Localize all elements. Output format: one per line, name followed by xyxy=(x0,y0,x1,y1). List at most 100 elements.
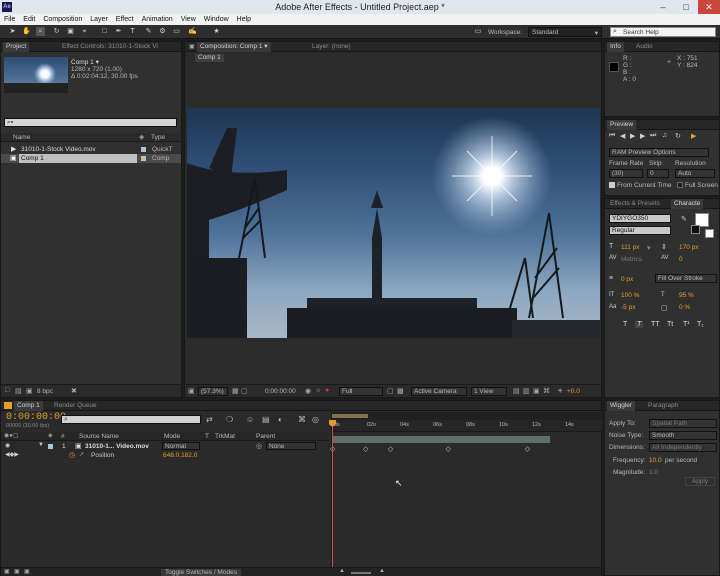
graph-icon[interactable]: ↗ xyxy=(79,451,84,458)
tab-paragraph[interactable]: Paragraph xyxy=(645,401,681,411)
clone-stamp-tool-icon[interactable]: ⚙ xyxy=(158,27,167,36)
new-folder-icon[interactable]: ▤ xyxy=(15,387,22,395)
text-tool-icon[interactable]: T xyxy=(128,27,137,36)
tab-info[interactable]: Info xyxy=(607,42,624,52)
toggle-switches-modes-button[interactable]: Toggle Switches / Modes xyxy=(161,569,241,576)
list-item[interactable]: ▶ 31010-1-Stock Video.mov QuickT xyxy=(1,145,181,154)
brainstorm-icon[interactable]: ◎ xyxy=(312,415,319,424)
timeline-timecode[interactable]: 0:00:00:00 xyxy=(6,412,66,423)
from-current-checkbox[interactable] xyxy=(609,182,615,188)
timeline-icon[interactable]: ▣ xyxy=(533,387,540,395)
pan-behind-tool-icon[interactable]: ⌖ xyxy=(80,27,89,36)
column-parent[interactable]: Parent xyxy=(256,433,275,440)
tab-effect-controls[interactable]: Effect Controls: 31010-1-Stock Vi xyxy=(59,42,161,52)
camera-tool-icon[interactable]: ▣ xyxy=(66,27,75,36)
work-area-bar[interactable] xyxy=(332,412,602,420)
menu-animation[interactable]: Animation xyxy=(138,14,177,25)
rotate-tool-icon[interactable]: ↻ xyxy=(52,27,61,36)
tab-render-queue[interactable]: Render Queue xyxy=(51,401,100,411)
baseline-shift-value[interactable]: -5 px xyxy=(621,304,635,311)
dimensions-dropdown[interactable]: All Independently xyxy=(649,443,717,452)
column-name[interactable]: Name xyxy=(13,134,30,141)
magnitude-value[interactable]: 1.0 xyxy=(649,469,658,476)
font-size-dropdown-icon[interactable]: ▾ xyxy=(647,244,651,252)
work-area-range[interactable] xyxy=(332,414,368,418)
faux-bold-button[interactable]: T xyxy=(623,321,627,328)
snapshot-icon[interactable]: ◉ xyxy=(305,387,311,395)
stroke-width-value[interactable]: 0 px xyxy=(621,276,633,283)
horizontal-scale-value[interactable]: 95 % xyxy=(679,292,694,299)
zoom-tool-icon[interactable]: ⌕ xyxy=(36,27,45,36)
column-source-name[interactable]: Source Name xyxy=(79,433,119,440)
shy-icon[interactable]: ☺ xyxy=(246,415,254,424)
ram-preview-icon[interactable]: ▶ xyxy=(691,132,696,140)
zoom-dropdown[interactable]: (57.3%) xyxy=(198,387,228,396)
stroke-color-swatch[interactable] xyxy=(691,225,700,234)
label-color-swatch[interactable] xyxy=(48,444,53,449)
puppet-tool-icon[interactable]: ★ xyxy=(212,27,221,36)
time-ruler[interactable]: 0s 02s 04s 06s 08s 10s 12s 14s xyxy=(332,420,602,432)
project-search-input[interactable]: ⌕▾ xyxy=(4,118,177,127)
bpc-label[interactable]: 8 bpc xyxy=(37,388,53,395)
layer-mode-dropdown[interactable]: Normal xyxy=(162,442,200,450)
flowchart-icon[interactable]: ⌘ xyxy=(543,387,550,395)
tsume-value[interactable]: 0 % xyxy=(679,304,690,311)
faux-italic-button[interactable]: T xyxy=(635,321,644,328)
comp-name[interactable]: Comp 1 ▾ xyxy=(71,58,99,66)
keyframe-diamond[interactable]: ◇ xyxy=(363,445,368,453)
column-trkmat[interactable]: TrkMat xyxy=(215,433,235,440)
all-caps-button[interactable]: TT xyxy=(651,321,660,328)
keyframe-diamond[interactable]: ◇ xyxy=(446,445,451,453)
play-icon[interactable]: ▶ xyxy=(630,132,635,140)
tracking-value[interactable]: 0 xyxy=(679,256,683,263)
layer-row[interactable]: ◉ ▼ 1 ▣ 31010-1... Video.mov Normal ◎ No… xyxy=(1,442,329,451)
menu-help[interactable]: Help xyxy=(233,14,255,25)
graph-editor-icon[interactable]: ⌘ xyxy=(298,415,306,424)
loop-icon[interactable]: ↻ xyxy=(675,132,681,140)
tab-composition[interactable]: Composition: Comp 1 ▾ xyxy=(197,42,271,52)
transparency-grid-icon[interactable]: ▩ xyxy=(397,387,404,395)
ram-preview-options-dropdown[interactable]: RAM Preview Options xyxy=(609,148,709,157)
eyedropper-icon[interactable]: ✎ xyxy=(681,215,687,223)
zoom-out-icon[interactable]: ▲ xyxy=(339,568,345,574)
tab-audio[interactable]: Audio xyxy=(633,42,656,52)
channel-icon[interactable]: ● xyxy=(325,387,329,394)
expand-triangle-icon[interactable]: ▼ xyxy=(38,442,44,448)
fast-previews-icon[interactable]: ▥ xyxy=(523,387,530,395)
timeline-search-input[interactable]: ⌕ xyxy=(61,415,201,424)
menu-layer[interactable]: Layer xyxy=(86,14,112,25)
camera-dropdown[interactable]: Active Camera xyxy=(411,387,467,396)
new-comp-icon[interactable]: ▣ xyxy=(26,387,33,395)
audio-icon[interactable]: ♫ xyxy=(662,132,667,139)
brush-tool-icon[interactable]: ✎ xyxy=(144,27,153,36)
column-mode[interactable]: Mode xyxy=(164,433,180,440)
skip-dropdown[interactable]: 0 xyxy=(647,169,669,178)
breadcrumb[interactable]: Comp 1 xyxy=(195,54,224,62)
full-screen-checkbox[interactable] xyxy=(677,182,683,188)
stopwatch-icon[interactable]: ◷ xyxy=(69,451,75,459)
tab-project[interactable]: Project xyxy=(3,42,30,52)
guides-icon[interactable]: ▢ xyxy=(241,387,248,395)
layer-name[interactable]: 31010-1... Video.mov xyxy=(85,443,149,450)
zoom-in-icon[interactable]: ▲ xyxy=(379,568,385,574)
menu-effect[interactable]: Effect xyxy=(112,14,138,25)
always-preview-icon[interactable]: ▣ xyxy=(188,387,195,395)
menu-composition[interactable]: Composition xyxy=(39,14,86,25)
folder-icon[interactable]: □ xyxy=(5,387,9,394)
leading-value[interactable]: 170 px xyxy=(679,244,699,251)
subscript-button[interactable]: T₁ xyxy=(697,321,704,328)
maximize-button[interactable]: □ xyxy=(675,0,697,14)
frequency-value[interactable]: 10.0 xyxy=(649,457,662,464)
list-item-selected[interactable]: ▣ Comp 1 Comp xyxy=(1,154,181,163)
viewer-timecode[interactable]: 0:00:00:00 xyxy=(265,388,296,395)
view-layout-dropdown[interactable]: 1 View xyxy=(471,387,507,396)
frame-rate-dropdown[interactable]: (30) xyxy=(609,169,643,178)
keyframe-navigator-icon[interactable]: ◀◆▶ xyxy=(5,451,19,458)
column-type[interactable]: Type xyxy=(151,134,165,141)
visibility-icon[interactable]: ◉ xyxy=(5,442,10,449)
in-out-icon[interactable]: ▣ xyxy=(24,568,30,575)
tab-effects-presets[interactable]: Effects & Presets xyxy=(607,199,663,209)
font-size-value[interactable]: 111 px xyxy=(621,244,640,251)
menu-window[interactable]: Window xyxy=(200,14,233,25)
first-frame-icon[interactable]: ⏮ xyxy=(609,132,615,140)
